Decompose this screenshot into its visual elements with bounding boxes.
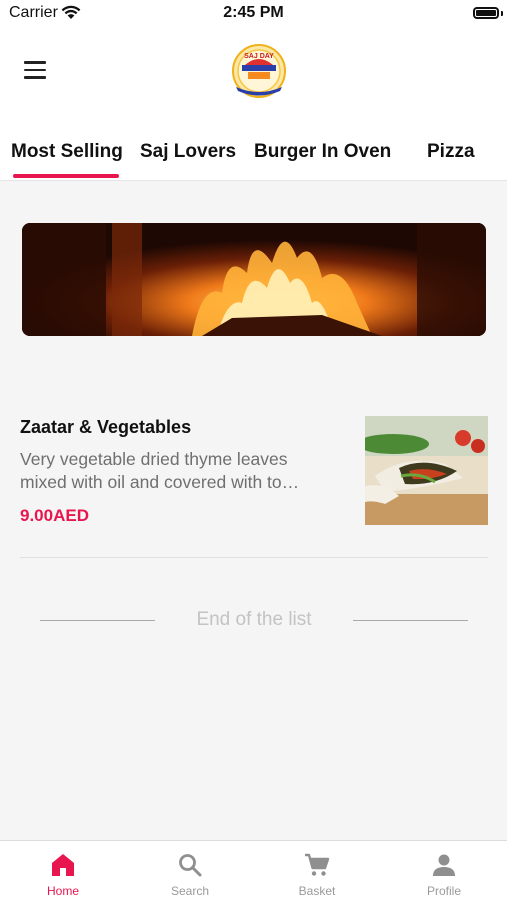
nav-home-label: Home [46,884,79,898]
status-bar: Carrier 2:45 PM [0,0,507,28]
category-tabs: Most Selling Saj Lovers Burger In Oven P… [0,130,507,181]
logo-text: SAJ DAY [244,53,274,60]
clock: 2:45 PM [223,4,284,21]
tab-most-selling[interactable]: Most Selling [11,141,123,163]
cart-icon [305,853,330,876]
hamburger-menu-icon[interactable] [24,61,46,79]
end-of-list: End of the list [40,607,468,633]
home-icon [52,854,74,876]
nav-profile-label: Profile [426,884,461,898]
bottom-navigation: Home Search Basket Profile [0,840,507,901]
item-title: Zaatar & Vegetables [20,417,192,437]
item-divider [20,557,488,558]
item-description: Very vegetable dried thyme leaves mixed … [20,448,340,494]
person-icon [433,854,455,876]
tab-saj-lovers[interactable]: Saj Lovers [140,141,236,163]
nav-basket-label: Basket [298,884,336,898]
battery-icon [473,7,499,19]
active-tab-indicator [13,174,119,178]
search-icon [179,854,202,877]
nav-home[interactable]: Home [0,841,126,901]
nav-search-label: Search [170,884,210,898]
item-description-line-1: Very vegetable dried thyme leaves [20,449,288,469]
tab-pizza[interactable]: Pizza [427,141,475,163]
item-description-line-2: mixed with oil and covered with to… [20,472,300,492]
end-line-right [353,620,468,621]
tab-burger-in-oven[interactable]: Burger In Oven [254,141,391,163]
nav-search[interactable]: Search [127,841,253,901]
zaatar-wrap-photo [365,416,488,525]
battery-tip [501,11,503,16]
list-item[interactable]: Zaatar & Vegetables Very vegetable dried… [20,410,488,558]
app-header: Carrier 2:45 PM SAJ DAY Most Selling Saj… [0,0,507,181]
fire-oven-banner[interactable] [22,223,486,336]
item-price: 9.00AED [20,506,89,525]
nav-profile[interactable]: Profile [381,841,507,901]
nav-basket[interactable]: Basket [254,841,380,901]
restaurant-logo[interactable]: SAJ DAY [228,43,290,103]
